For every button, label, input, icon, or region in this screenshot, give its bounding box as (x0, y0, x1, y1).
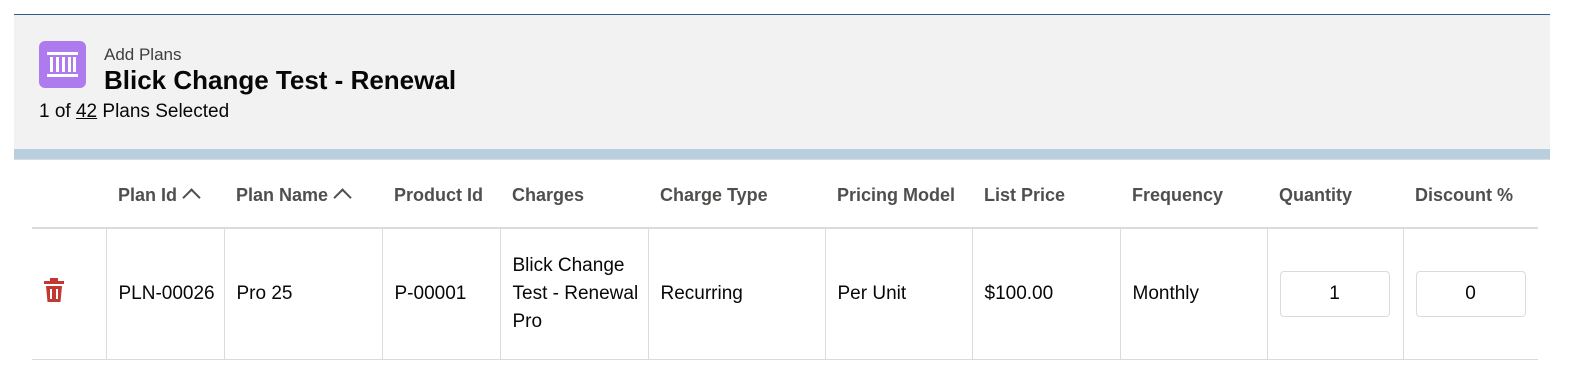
trash-icon[interactable] (42, 277, 66, 312)
column-header-label: Plan Id (118, 185, 178, 205)
column-header-charge-type: Charge Type (648, 164, 825, 229)
cell-product-id: P-00001 (381, 228, 500, 360)
selection-total-link[interactable]: 42 (76, 101, 97, 122)
column-header-plan-id[interactable]: Plan Id (106, 164, 224, 229)
plan-icon (39, 41, 86, 88)
selection-summary: 1 of 42 Plans Selected (39, 101, 229, 123)
cell-quantity (1266, 228, 1403, 360)
sort-ascending-icon[interactable] (182, 188, 201, 207)
column-header-charges: Charges (500, 164, 648, 229)
column-header-frequency: Frequency (1120, 164, 1267, 229)
column-header-list-price: List Price (972, 164, 1120, 229)
discount-input[interactable] (1415, 271, 1526, 317)
page-title: Blick Change Test - Renewal (104, 65, 457, 95)
column-header-plan-name[interactable]: Plan Name (224, 164, 382, 229)
cell-list-price: $100.00 (971, 228, 1120, 360)
cell-charges: Blick Change Test - Renewal Pro (499, 228, 648, 360)
cell-plan-name: Pro 25 (223, 228, 382, 360)
cell-discount (1402, 228, 1538, 360)
column-header-actions (32, 164, 106, 229)
column-header-label: Plan Name (236, 185, 329, 205)
cell-frequency: Monthly (1119, 228, 1267, 360)
selection-suffix: Plans Selected (102, 101, 230, 122)
table-header-row: Plan Id Plan Name Product Id Charges Cha… (32, 164, 1538, 229)
add-plans-page: Add Plans Blick Change Test - Renewal 1 … (0, 0, 1592, 380)
column-header-discount: Discount % (1403, 164, 1538, 229)
cell-charge-type: Recurring (647, 228, 825, 360)
cell-plan-id: PLN-00026 (105, 228, 224, 360)
header-decoration (14, 149, 1550, 159)
row-actions-cell (32, 228, 106, 360)
column-header-product-id: Product Id (382, 164, 500, 229)
column-header-quantity: Quantity (1267, 164, 1403, 229)
table-row: PLN-00026 Pro 25 P-00001 Blick Change Te… (32, 228, 1538, 360)
selection-prefix: 1 of (39, 101, 71, 122)
quantity-input[interactable] (1279, 271, 1390, 317)
cell-pricing-model: Per Unit (824, 228, 972, 360)
plans-table-container: Plan Id Plan Name Product Id Charges Cha… (32, 164, 1538, 360)
object-label: Add Plans (104, 45, 182, 64)
page-header: Add Plans Blick Change Test - Renewal 1 … (14, 14, 1550, 160)
column-header-pricing-model: Pricing Model (825, 164, 972, 229)
sort-ascending-icon[interactable] (333, 188, 352, 207)
plans-table: Plan Id Plan Name Product Id Charges Cha… (32, 164, 1538, 360)
